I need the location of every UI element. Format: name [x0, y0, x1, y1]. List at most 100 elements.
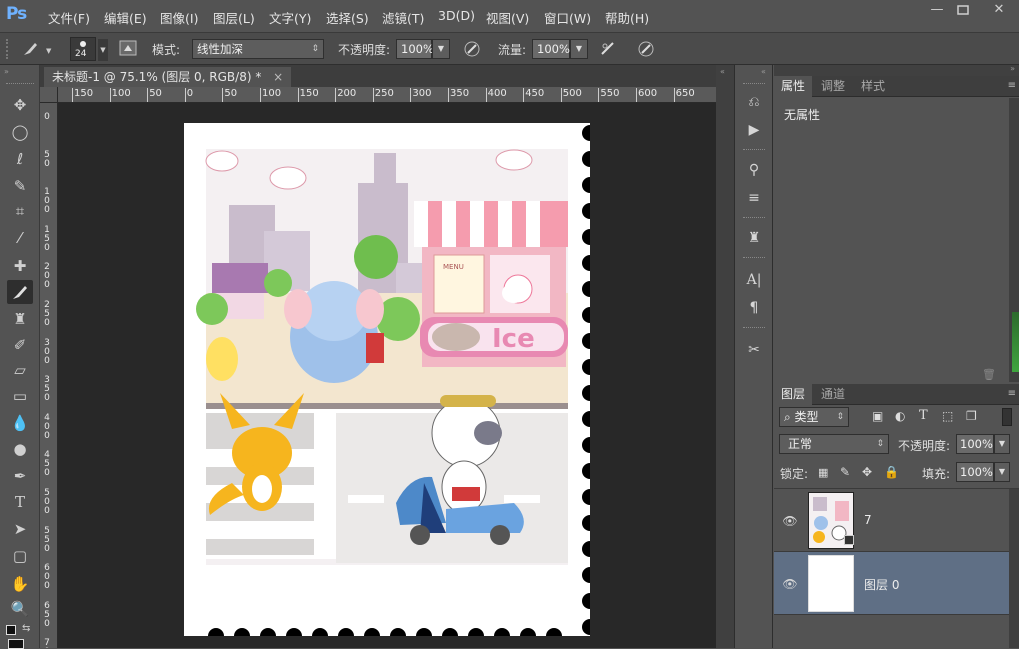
close-window-button[interactable]: ✕: [982, 0, 1016, 20]
filter-shape-icon[interactable]: ⬚: [942, 409, 953, 423]
clone-source-panel-icon[interactable]: ♜: [743, 227, 765, 249]
canvas-area[interactable]: MENU Ice: [58, 103, 716, 648]
flow-dropdown-icon[interactable]: ▼: [570, 39, 588, 59]
pressure-opacity-icon[interactable]: [462, 40, 482, 60]
history-brush-tool-icon[interactable]: ✐: [7, 333, 33, 357]
fill-input[interactable]: 100%: [956, 462, 994, 482]
tool-presets-panel-icon[interactable]: ✂: [743, 339, 765, 361]
vertical-ruler[interactable]: 0 5 0 1 0 0 1 5 0 2 0 0 2 5 0 3 0 0 3 5 0 4 0 0 4…: [40, 103, 58, 648]
tab-properties[interactable]: 属性: [774, 76, 813, 97]
lock-position-icon[interactable]: ✥: [862, 465, 872, 479]
mode-select[interactable]: 线性加深 ⇕: [192, 39, 324, 59]
actions-panel-icon[interactable]: ▶: [743, 119, 765, 141]
filter-type-icon[interactable]: T: [919, 408, 928, 423]
crop-tool-icon[interactable]: ⌗: [7, 199, 33, 223]
move-tool-icon[interactable]: ✥: [7, 93, 33, 117]
tab-layers[interactable]: 图层: [774, 384, 813, 405]
hand-tool-icon[interactable]: ✋: [7, 572, 33, 596]
brush-presets-panel-icon[interactable]: ⚲: [743, 159, 765, 181]
menu-edit[interactable]: 编辑(E): [104, 8, 147, 27]
lock-pixels-icon[interactable]: ✎: [840, 465, 850, 479]
horizontal-ruler[interactable]: 150 100 50 0 50 100 150 200 250 300 350 400 450 500 55…: [58, 87, 716, 103]
layers-menu-icon[interactable]: ≡: [1008, 388, 1016, 399]
brush-tool-preset-icon[interactable]: [20, 40, 40, 60]
airbrush-icon[interactable]: [598, 40, 618, 60]
filter-adjustment-icon[interactable]: ◐: [895, 409, 905, 423]
fill-dropdown-icon[interactable]: ▼: [994, 462, 1010, 482]
lock-all-icon[interactable]: 🔒: [884, 465, 899, 479]
layer-row[interactable]: 👁 7: [774, 489, 1019, 552]
clone-stamp-tool-icon[interactable]: ♜: [7, 307, 33, 331]
layer-row-selected[interactable]: 👁 图层 0: [774, 552, 1019, 615]
filter-toggle[interactable]: [1002, 408, 1012, 426]
path-select-tool-icon[interactable]: ➤: [7, 517, 33, 541]
zoom-tool-icon[interactable]: 🔍: [7, 597, 33, 621]
document-tab[interactable]: 未标题-1 @ 75.1% (图层 0, RGB/8) * ×: [44, 67, 292, 87]
iconcol-collapse-icon[interactable]: «: [761, 67, 766, 76]
dock-collapse-icon[interactable]: «: [720, 67, 725, 76]
opacity-dropdown-icon[interactable]: ▼: [432, 39, 450, 59]
character-panel-icon[interactable]: A|: [743, 269, 765, 291]
menu-type[interactable]: 文字(Y): [269, 8, 311, 27]
blur-tool-icon[interactable]: 💧: [7, 411, 33, 435]
menu-layer[interactable]: 图层(L): [213, 8, 255, 27]
document-close-icon[interactable]: ×: [273, 70, 283, 84]
menu-3d[interactable]: 3D(D): [438, 8, 475, 23]
menu-select[interactable]: 选择(S): [326, 8, 369, 27]
marquee-tool-icon[interactable]: ◯: [7, 120, 33, 144]
eyedropper-tool-icon[interactable]: ⁄: [7, 226, 33, 250]
panel-collapse-icon[interactable]: »: [1010, 64, 1015, 73]
ruler-origin[interactable]: [40, 87, 58, 103]
blend-mode-select[interactable]: 正常 ⇕: [779, 434, 889, 454]
tab-channels[interactable]: 通道: [814, 384, 852, 405]
paragraph-panel-icon[interactable]: ¶: [743, 297, 765, 319]
gradient-tool-icon[interactable]: ▭: [7, 384, 33, 408]
layer-opacity-dropdown-icon[interactable]: ▼: [994, 434, 1010, 454]
swap-colors-icon[interactable]: ⇆: [22, 623, 30, 634]
opacity-label: 不透明度:: [338, 43, 391, 57]
restore-button[interactable]: [946, 0, 980, 20]
pen-tool-icon[interactable]: ✒: [7, 464, 33, 488]
brush-panel-toggle-icon[interactable]: [118, 40, 138, 60]
filter-pixel-icon[interactable]: ▣: [872, 409, 883, 423]
type-tool-icon[interactable]: T: [7, 490, 33, 514]
visibility-eye-icon[interactable]: 👁: [782, 576, 798, 592]
menu-file[interactable]: 文件(F): [48, 8, 90, 27]
brush-panel-icon[interactable]: ≡: [743, 187, 765, 209]
menu-help[interactable]: 帮助(H): [605, 8, 649, 27]
toolbox-collapse-icon[interactable]: »: [4, 67, 9, 76]
filter-smartobject-icon[interactable]: ❐: [966, 409, 977, 423]
menu-window[interactable]: 窗口(W): [544, 8, 591, 27]
properties-menu-icon[interactable]: ≡: [1008, 80, 1016, 91]
foreground-color-swatch[interactable]: [6, 625, 16, 635]
history-panel-icon[interactable]: ⎌: [743, 91, 765, 113]
shape-tool-icon[interactable]: ▢: [7, 544, 33, 568]
opacity-input[interactable]: 100%: [396, 39, 434, 59]
quick-select-tool-icon[interactable]: ✎: [7, 174, 33, 198]
pressure-size-icon[interactable]: [636, 40, 656, 60]
eraser-tool-icon[interactable]: ▱: [7, 358, 33, 382]
layer-opacity-input[interactable]: 100%: [956, 434, 994, 454]
layer-filter-select[interactable]: ⌕ 类型 ⇕: [779, 407, 849, 427]
flow-input[interactable]: 100%: [532, 39, 570, 59]
lock-transparency-icon[interactable]: ▦: [818, 466, 828, 479]
properties-trash-icon[interactable]: 🗑: [982, 368, 996, 381]
document-canvas[interactable]: MENU Ice: [184, 123, 590, 636]
menu-filter[interactable]: 滤镜(T): [382, 8, 424, 27]
healing-brush-tool-icon[interactable]: ✚: [7, 254, 33, 278]
brush-tool-icon[interactable]: [7, 280, 33, 304]
brush-size-dropdown-icon[interactable]: ▼: [98, 39, 108, 61]
lasso-tool-icon[interactable]: ℓ: [7, 147, 33, 171]
layer-name[interactable]: 图层 0: [864, 576, 899, 593]
layer-name[interactable]: 7: [864, 513, 872, 527]
brush-size-picker[interactable]: 24: [70, 37, 96, 61]
dodge-tool-icon[interactable]: ●: [7, 437, 33, 461]
preset-dropdown-icon[interactable]: ▼: [46, 47, 51, 55]
layers-scrollbar[interactable]: [1009, 489, 1019, 648]
menu-image[interactable]: 图像(I): [160, 8, 198, 27]
visibility-eye-icon[interactable]: 👁: [782, 513, 798, 529]
tab-adjustments[interactable]: 调整: [814, 76, 852, 97]
menu-view[interactable]: 视图(V): [486, 8, 529, 27]
tab-styles[interactable]: 样式: [854, 76, 892, 97]
properties-tabs: 属性 调整 样式 ≡: [774, 76, 1019, 97]
